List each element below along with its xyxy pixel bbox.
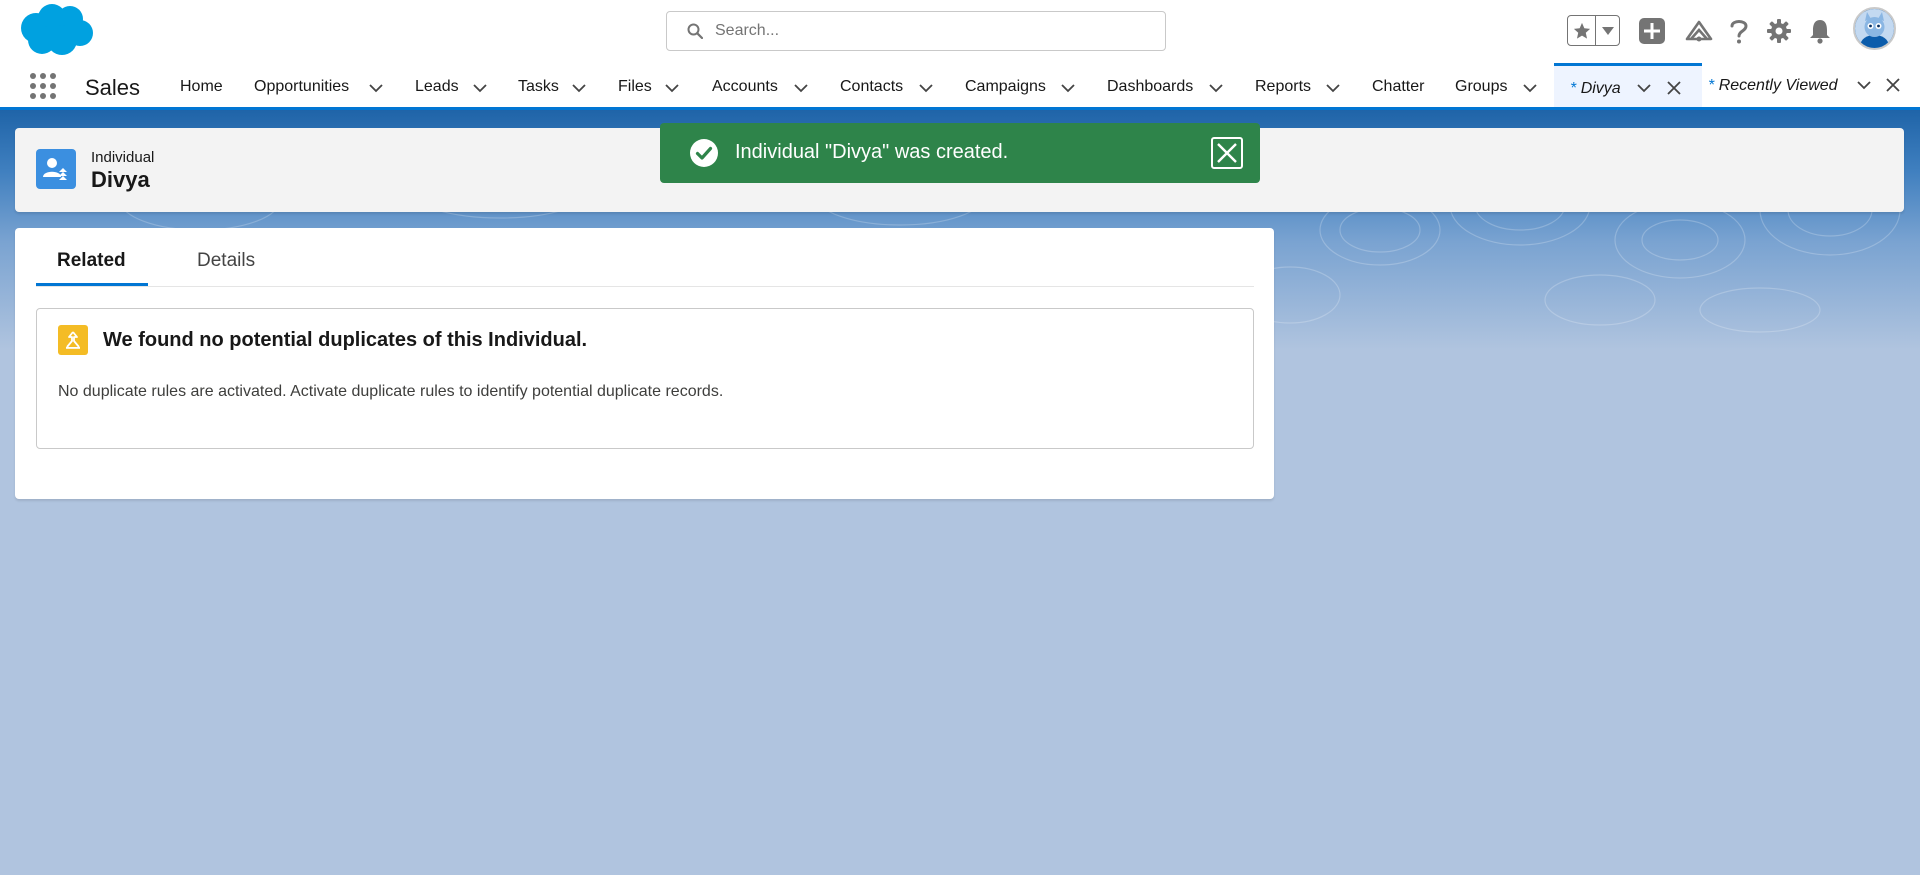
- duplicates-title: We found no potential duplicates of this…: [103, 329, 588, 351]
- chevron-down-icon[interactable]: [473, 83, 487, 93]
- success-check-icon: [690, 139, 718, 167]
- trailhead-button[interactable]: [1683, 14, 1715, 48]
- merge-icon: [66, 331, 80, 349]
- chevron-down-icon[interactable]: [919, 83, 933, 93]
- avatar-icon: [1855, 9, 1894, 48]
- individual-record-icon: [36, 149, 76, 189]
- salesforce-logo[interactable]: [18, 4, 94, 58]
- nav-item-groups[interactable]: Groups: [1455, 78, 1507, 96]
- duplicates-warning-icon: [58, 325, 88, 355]
- nav-item-opportunities[interactable]: Opportunities: [254, 78, 349, 96]
- setup-button[interactable]: [1763, 14, 1795, 48]
- close-icon[interactable]: [1667, 81, 1681, 95]
- navigation-bar: Sales Home Opportunities Leads Tasks Fil…: [0, 63, 1920, 110]
- global-search[interactable]: [666, 11, 1166, 51]
- nav-item-accounts[interactable]: Accounts: [712, 78, 778, 96]
- active-tab-indicator: [36, 283, 148, 286]
- unsaved-marker: *: [1708, 77, 1715, 94]
- notifications-button[interactable]: [1804, 14, 1836, 48]
- nav-item-files[interactable]: Files: [618, 78, 652, 96]
- unsaved-marker: *: [1570, 80, 1577, 97]
- favorites-button-group: [1567, 15, 1620, 46]
- chevron-down-icon[interactable]: [1326, 83, 1340, 93]
- tab-details[interactable]: Details: [197, 250, 255, 272]
- workspace-tab-title: Divya: [1580, 80, 1621, 97]
- chevron-down-icon[interactable]: [369, 83, 383, 93]
- chevron-down-icon[interactable]: [1061, 83, 1075, 93]
- tab-related[interactable]: Related: [57, 250, 126, 272]
- duplicates-message: No duplicate rules are activated. Activa…: [58, 383, 724, 400]
- nav-item-dashboards[interactable]: Dashboards: [1107, 78, 1193, 96]
- gear-icon: [1767, 19, 1791, 43]
- chevron-down-icon[interactable]: [1209, 83, 1223, 93]
- trailhead-icon: [1685, 20, 1713, 42]
- nav-item-home[interactable]: Home: [180, 78, 223, 96]
- record-tabs: Related Details: [36, 228, 1254, 287]
- app-name: Sales: [85, 75, 141, 100]
- chevron-down-icon: [1601, 26, 1614, 35]
- record-type-label: Individual: [91, 149, 155, 166]
- workspace-tab-label: * Recently Viewed: [1708, 77, 1838, 95]
- nav-item-tasks[interactable]: Tasks: [518, 78, 559, 96]
- nav-item-reports[interactable]: Reports: [1255, 78, 1311, 96]
- nav-item-leads[interactable]: Leads: [415, 78, 459, 96]
- user-avatar[interactable]: [1853, 7, 1896, 50]
- add-icon: [1639, 18, 1665, 44]
- chevron-down-icon[interactable]: [1523, 83, 1537, 93]
- bell-icon: [1810, 20, 1830, 44]
- workspace-tab-title: Recently Viewed: [1718, 77, 1838, 94]
- help-button[interactable]: [1723, 14, 1755, 48]
- nav-item-contacts[interactable]: Contacts: [840, 78, 903, 96]
- record-content-card: Related Details We found no potential du…: [15, 228, 1274, 499]
- record-title: Divya: [91, 167, 150, 192]
- app-launcher-icon[interactable]: [29, 72, 57, 100]
- nav-item-campaigns[interactable]: Campaigns: [965, 78, 1046, 96]
- toast-close-button[interactable]: [1211, 137, 1243, 169]
- close-icon[interactable]: [1886, 78, 1900, 92]
- favorites-dropdown-button[interactable]: [1596, 16, 1619, 45]
- search-input[interactable]: [715, 22, 1135, 40]
- global-actions-button[interactable]: [1636, 14, 1668, 48]
- global-header: [0, 0, 1920, 63]
- workspace-tab-recently-viewed[interactable]: * Recently Viewed: [1702, 63, 1920, 107]
- close-icon: [1217, 143, 1237, 163]
- chevron-down-icon[interactable]: [665, 83, 679, 93]
- chevron-down-icon[interactable]: [572, 83, 586, 93]
- duplicate-check-panel: We found no potential duplicates of this…: [36, 308, 1254, 449]
- help-icon: [1730, 20, 1748, 44]
- favorites-star-button[interactable]: [1568, 16, 1596, 45]
- chevron-down-icon[interactable]: [1857, 80, 1871, 90]
- success-toast: Individual "Divya" was created.: [660, 123, 1260, 183]
- chevron-down-icon[interactable]: [794, 83, 808, 93]
- individual-icon: [43, 158, 67, 180]
- search-icon: [687, 23, 703, 39]
- chevron-down-icon[interactable]: [1637, 83, 1651, 93]
- workspace-tab-label: * Divya: [1570, 80, 1621, 98]
- toast-message: Individual "Divya" was created.: [735, 141, 1009, 163]
- workspace-tab-divya[interactable]: * Divya: [1554, 63, 1702, 107]
- nav-item-chatter[interactable]: Chatter: [1372, 78, 1424, 96]
- star-icon: [1573, 22, 1590, 39]
